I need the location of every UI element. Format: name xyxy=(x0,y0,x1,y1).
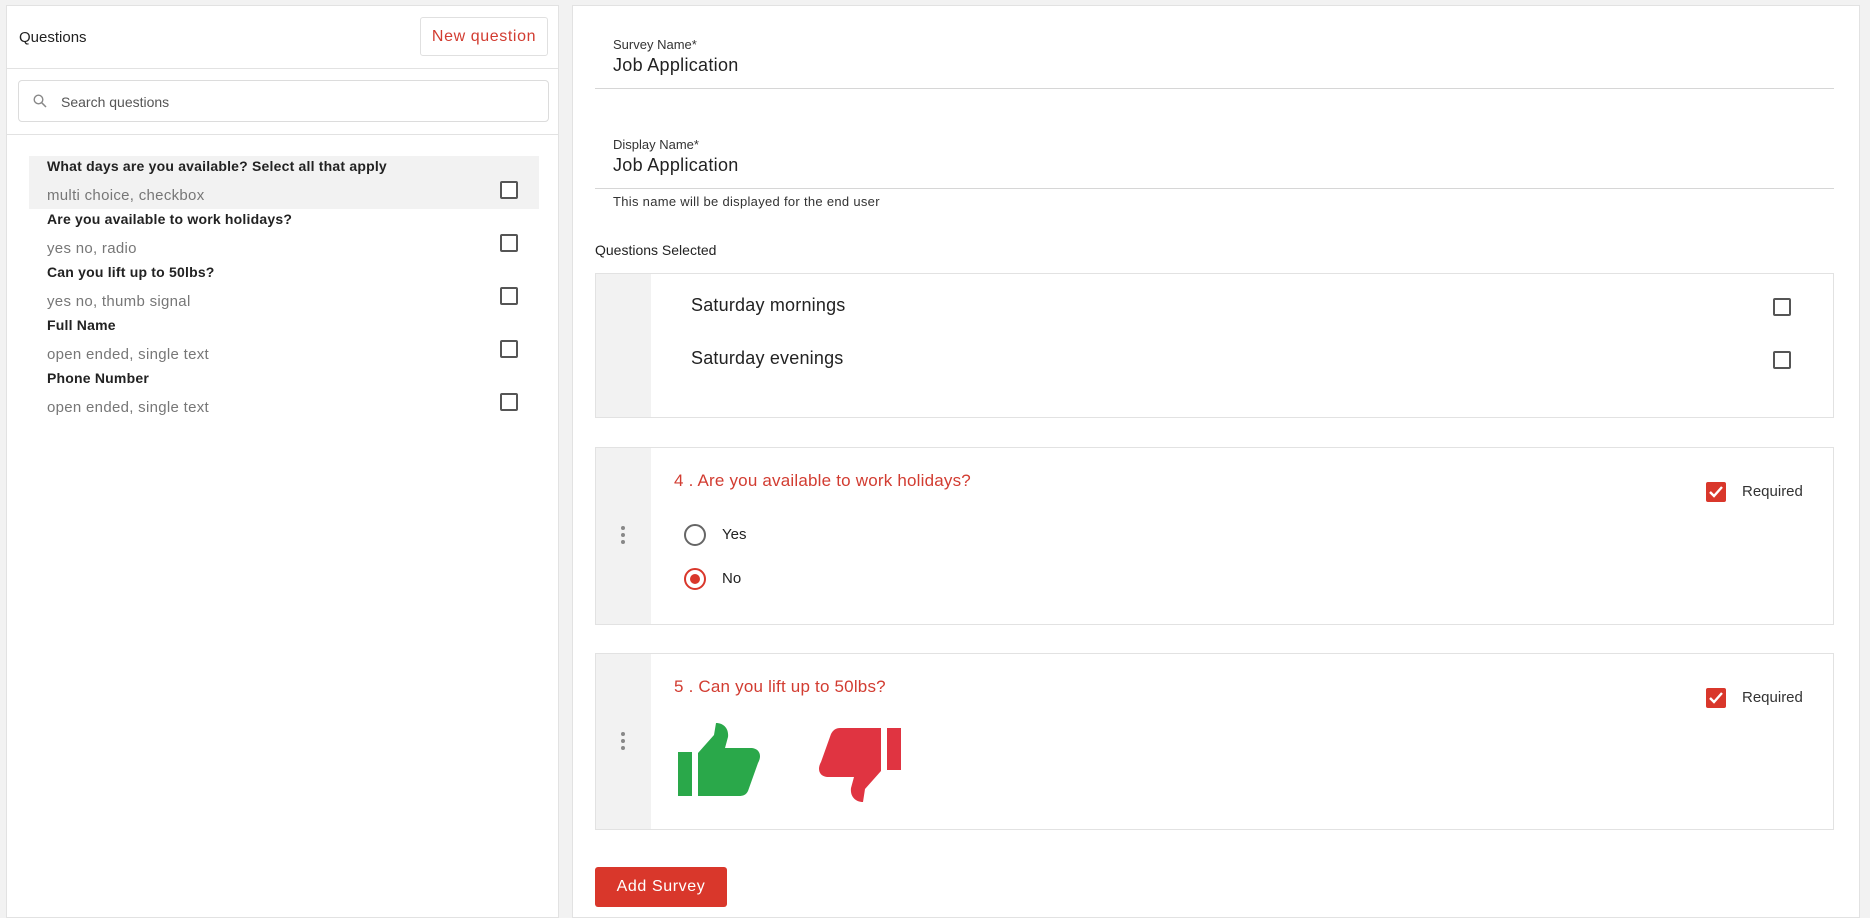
question-list-item[interactable]: Full Name open ended, single text xyxy=(29,315,539,368)
question-list-item[interactable]: Are you available to work holidays? yes … xyxy=(29,209,539,262)
radio-yes[interactable] xyxy=(684,524,706,546)
survey-name-underline xyxy=(595,88,1834,89)
search-icon xyxy=(33,94,47,108)
question-type: yes no, thumb signal xyxy=(47,293,191,310)
question-checkbox[interactable] xyxy=(500,393,518,411)
drag-handle[interactable] xyxy=(596,654,651,829)
question-list-item[interactable]: What days are you available? Select all … xyxy=(29,156,539,209)
drag-handle[interactable] xyxy=(596,448,651,624)
display-name-underline xyxy=(595,188,1834,189)
question-title: Can you lift up to 50lbs? xyxy=(47,264,215,280)
questions-panel-title: Questions xyxy=(19,29,87,46)
radio-no[interactable] xyxy=(684,568,706,590)
question-checkbox[interactable] xyxy=(500,234,518,252)
question-title: Are you available to work holidays? xyxy=(47,211,293,227)
question-title: 4 . Are you available to work holidays? xyxy=(674,471,971,490)
question-list: What days are you available? Select all … xyxy=(29,156,539,421)
question-checkbox[interactable] xyxy=(500,181,518,199)
question-title: What days are you available? Select all … xyxy=(47,158,387,174)
drag-dots-icon xyxy=(621,732,625,753)
radio-label: No xyxy=(722,570,742,587)
question-title: 5 . Can you lift up to 50lbs? xyxy=(674,677,886,696)
survey-form-panel: Survey Name* Job Application Display Nam… xyxy=(572,5,1860,918)
question-list-item[interactable]: Can you lift up to 50lbs? yes no, thumb … xyxy=(29,262,539,315)
questions-selected-label: Questions Selected xyxy=(595,242,717,258)
question-title: Phone Number xyxy=(47,370,149,386)
required-checkbox[interactable] xyxy=(1706,688,1726,708)
question-title: Full Name xyxy=(47,317,116,333)
question-type: yes no, radio xyxy=(47,240,137,257)
required-checkbox[interactable] xyxy=(1706,482,1726,502)
required-label: Required xyxy=(1742,689,1803,706)
radio-label: Yes xyxy=(722,526,747,543)
survey-name-label: Survey Name* xyxy=(613,37,697,52)
required-label: Required xyxy=(1742,483,1803,500)
question-checkbox[interactable] xyxy=(500,340,518,358)
new-question-button[interactable]: New question xyxy=(420,17,548,56)
display-name-label: Display Name* xyxy=(613,137,699,152)
thumbs-up-icon[interactable] xyxy=(676,723,762,797)
drag-dots-icon xyxy=(621,526,625,547)
add-survey-button[interactable]: Add Survey xyxy=(595,867,727,907)
option-label: Saturday mornings xyxy=(691,295,846,315)
thumbs-down-icon[interactable] xyxy=(819,728,903,802)
selected-question-card: Saturday mornings Saturday evenings xyxy=(595,273,1834,418)
search-questions-box[interactable] xyxy=(18,80,549,122)
check-icon xyxy=(1709,486,1723,498)
display-name-helper: This name will be displayed for the end … xyxy=(613,194,880,209)
question-list-item[interactable]: Phone Number open ended, single text xyxy=(29,368,539,421)
question-type: open ended, single text xyxy=(47,346,210,363)
questions-panel-header: Questions New question xyxy=(7,6,558,69)
question-type: multi choice, checkbox xyxy=(47,187,205,204)
display-name-input[interactable]: Job Application xyxy=(613,155,739,176)
option-checkbox[interactable] xyxy=(1773,298,1791,316)
drag-handle[interactable] xyxy=(596,274,651,417)
divider xyxy=(7,134,558,135)
selected-question-card: 5 . Can you lift up to 50lbs? Required xyxy=(595,653,1834,830)
question-type: open ended, single text xyxy=(47,399,210,416)
option-label: Saturday evenings xyxy=(691,348,844,368)
selected-question-card: 4 . Are you available to work holidays? … xyxy=(595,447,1834,625)
search-questions-input[interactable] xyxy=(59,90,533,114)
option-checkbox[interactable] xyxy=(1773,351,1791,369)
check-icon xyxy=(1709,692,1723,704)
questions-panel: Questions New question What days are you… xyxy=(6,5,559,918)
survey-name-input[interactable]: Job Application xyxy=(613,55,739,76)
question-checkbox[interactable] xyxy=(500,287,518,305)
